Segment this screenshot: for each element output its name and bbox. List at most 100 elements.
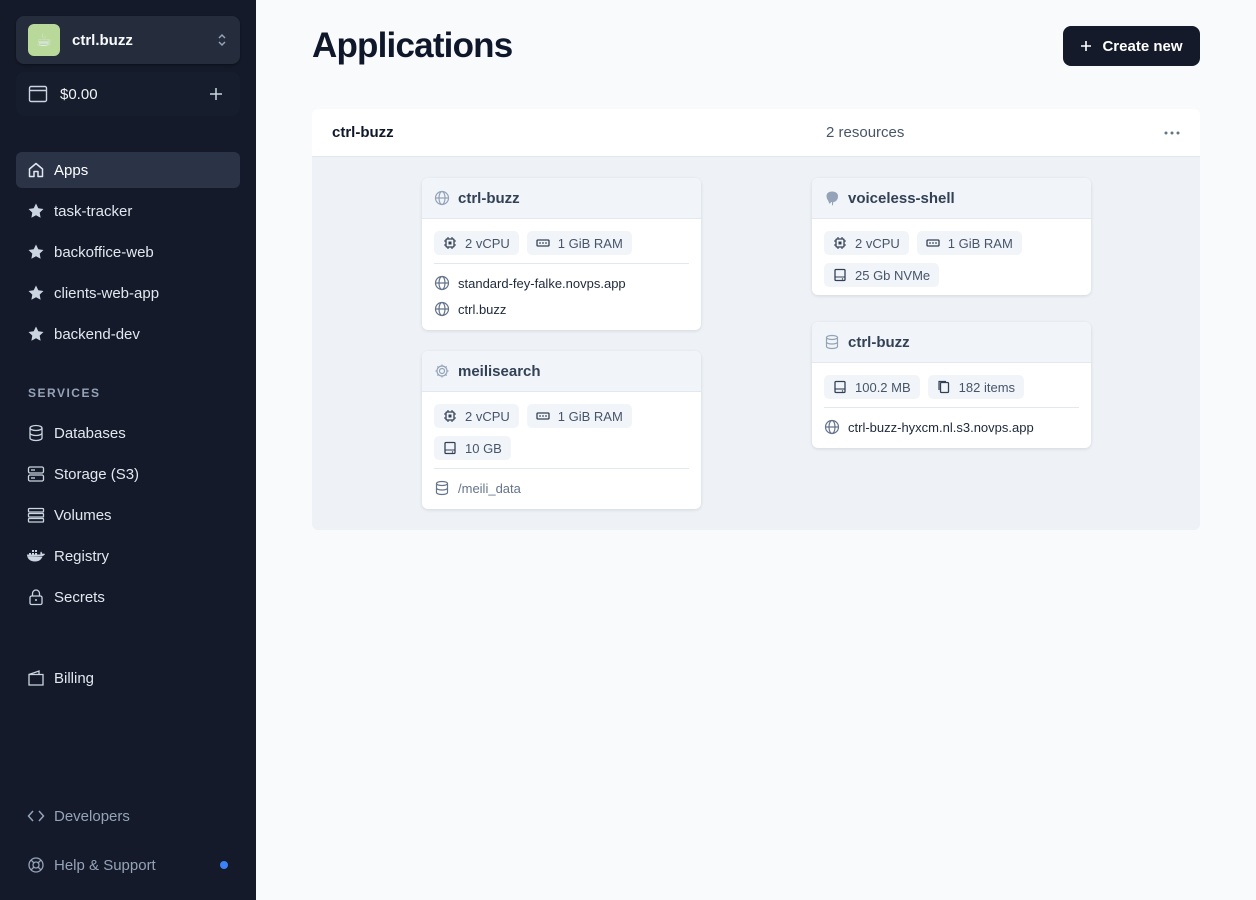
globe-icon — [434, 190, 450, 206]
lifebuoy-icon — [26, 855, 46, 875]
sidebar-item-label: Databases — [54, 424, 126, 442]
ram-icon — [536, 409, 550, 423]
page-title: Applications — [312, 26, 513, 65]
ram-icon — [926, 236, 940, 250]
plus-icon — [1080, 40, 1092, 52]
star-icon — [26, 324, 46, 344]
star-icon — [26, 201, 46, 221]
services-section-label: SERVICES — [28, 386, 101, 400]
globe-icon — [824, 419, 840, 435]
sidebar-item-label: Apps — [54, 161, 89, 179]
sidebar-item-help[interactable]: Help & Support — [16, 847, 240, 883]
domain-link[interactable]: standard-fey-falke.novps.app — [434, 270, 689, 296]
storage-card-ctrl-buzz[interactable]: ctrl-buzz 100.2 MB 182 items ctrl-buzz-h… — [812, 322, 1091, 448]
disk-icon — [443, 441, 457, 455]
cpu-icon — [443, 236, 457, 250]
balance-row: $0.00 — [16, 72, 240, 116]
bucket-icon — [824, 334, 840, 350]
db-card-voiceless-shell[interactable]: voiceless-shell 2 vCPU 1 GiB RAM 25 Gb N… — [812, 178, 1091, 295]
disk-icon — [833, 380, 847, 394]
card-header: ctrl-buzz — [422, 178, 701, 219]
org-name: ctrl.buzz — [72, 31, 133, 49]
disk-chip: 25 Gb NVMe — [824, 263, 940, 287]
create-new-label: Create new — [1102, 37, 1183, 55]
sidebar-item-billing[interactable]: Billing — [16, 660, 240, 696]
cpu-icon — [833, 236, 847, 250]
add-funds-button[interactable] — [204, 82, 228, 106]
sidebar: ☕ ctrl.buzz $0.00 Apps task-tracker back… — [0, 0, 256, 900]
globe-icon — [434, 275, 450, 291]
chevron-up-down-icon — [216, 31, 228, 49]
postgres-icon — [824, 190, 840, 206]
globe-icon — [434, 301, 450, 317]
files-icon — [937, 380, 951, 394]
database-icon — [26, 423, 46, 443]
sidebar-item-volumes[interactable]: Volumes — [16, 497, 240, 533]
sidebar-item-registry[interactable]: Registry — [16, 538, 240, 574]
card-header: voiceless-shell — [812, 178, 1091, 219]
wallet-icon — [26, 668, 46, 688]
card-title: ctrl-buzz — [458, 189, 520, 207]
project-header: ctrl-buzz 2 resources — [312, 109, 1200, 157]
ram-icon — [536, 236, 550, 250]
database-icon — [434, 480, 450, 496]
sidebar-item-label: Registry — [54, 547, 110, 565]
card-title: ctrl-buzz — [848, 333, 910, 351]
project-panel: ctrl-buzz 2 resources ctrl-buzz 2 vCPU 1… — [312, 109, 1200, 530]
storage-icon — [26, 464, 46, 484]
star-icon — [26, 283, 46, 303]
card-header: meilisearch — [422, 351, 701, 392]
volumes-icon — [26, 505, 46, 525]
sidebar-item-task-tracker[interactable]: task-tracker — [16, 193, 240, 229]
gear-icon — [434, 363, 450, 379]
star-icon — [26, 242, 46, 262]
app-card-ctrl-buzz[interactable]: ctrl-buzz 2 vCPU 1 GiB RAM standard-fey-… — [422, 178, 701, 330]
sidebar-item-clients-web-app[interactable]: clients-web-app — [16, 275, 240, 311]
more-options-icon[interactable] — [1164, 131, 1180, 135]
ram-chip: 1 GiB RAM — [526, 231, 632, 255]
home-icon — [26, 160, 46, 180]
card-title: meilisearch — [458, 362, 541, 380]
sidebar-item-label: Developers — [54, 807, 130, 825]
disk-icon — [833, 268, 847, 282]
resource-count: 2 resources — [826, 124, 905, 141]
cpu-chip: 2 vCPU — [434, 404, 519, 428]
cpu-icon — [443, 409, 457, 423]
app-card-meilisearch[interactable]: meilisearch 2 vCPU 1 GiB RAM 10 GB /meil… — [422, 351, 701, 509]
project-name[interactable]: ctrl-buzz — [332, 124, 394, 141]
card-title: voiceless-shell — [848, 189, 955, 207]
cpu-chip: 2 vCPU — [434, 231, 519, 255]
org-switcher[interactable]: ☕ ctrl.buzz — [16, 16, 240, 64]
sidebar-item-label: Secrets — [54, 588, 105, 606]
sidebar-item-secrets[interactable]: Secrets — [16, 579, 240, 615]
sidebar-item-label: Volumes — [54, 506, 112, 524]
volume-mount: /meili_data — [434, 475, 689, 501]
items-chip: 182 items — [927, 375, 1025, 399]
org-avatar: ☕ — [28, 24, 60, 56]
domain-link[interactable]: ctrl.buzz — [434, 296, 689, 322]
sidebar-item-apps[interactable]: Apps — [16, 152, 240, 188]
size-chip: 100.2 MB — [824, 375, 920, 399]
code-icon — [26, 806, 46, 826]
sidebar-item-label: backend-dev — [54, 325, 140, 343]
docker-icon — [26, 546, 46, 566]
sidebar-item-label: Billing — [54, 669, 95, 687]
cpu-chip: 2 vCPU — [824, 231, 909, 255]
ram-chip: 1 GiB RAM — [916, 231, 1022, 255]
sidebar-item-backoffice-web[interactable]: backoffice-web — [16, 234, 240, 270]
disk-chip: 10 GB — [434, 436, 511, 460]
ram-chip: 1 GiB RAM — [526, 404, 632, 428]
sidebar-item-backend-dev[interactable]: backend-dev — [16, 316, 240, 352]
sidebar-item-databases[interactable]: Databases — [16, 415, 240, 451]
lock-icon — [26, 587, 46, 607]
sidebar-item-label: Storage (S3) — [54, 465, 140, 483]
wallet-icon — [28, 85, 48, 103]
sidebar-item-label: backoffice-web — [54, 243, 154, 261]
endpoint-link[interactable]: ctrl-buzz-hyxcm.nl.s3.novps.app — [824, 414, 1079, 440]
balance-amount: $0.00 — [60, 85, 98, 103]
create-new-button[interactable]: Create new — [1063, 26, 1200, 66]
notification-dot — [220, 861, 228, 869]
sidebar-item-storage[interactable]: Storage (S3) — [16, 456, 240, 492]
sidebar-item-developers[interactable]: Developers — [16, 798, 240, 834]
sidebar-item-label: task-tracker — [54, 202, 133, 220]
